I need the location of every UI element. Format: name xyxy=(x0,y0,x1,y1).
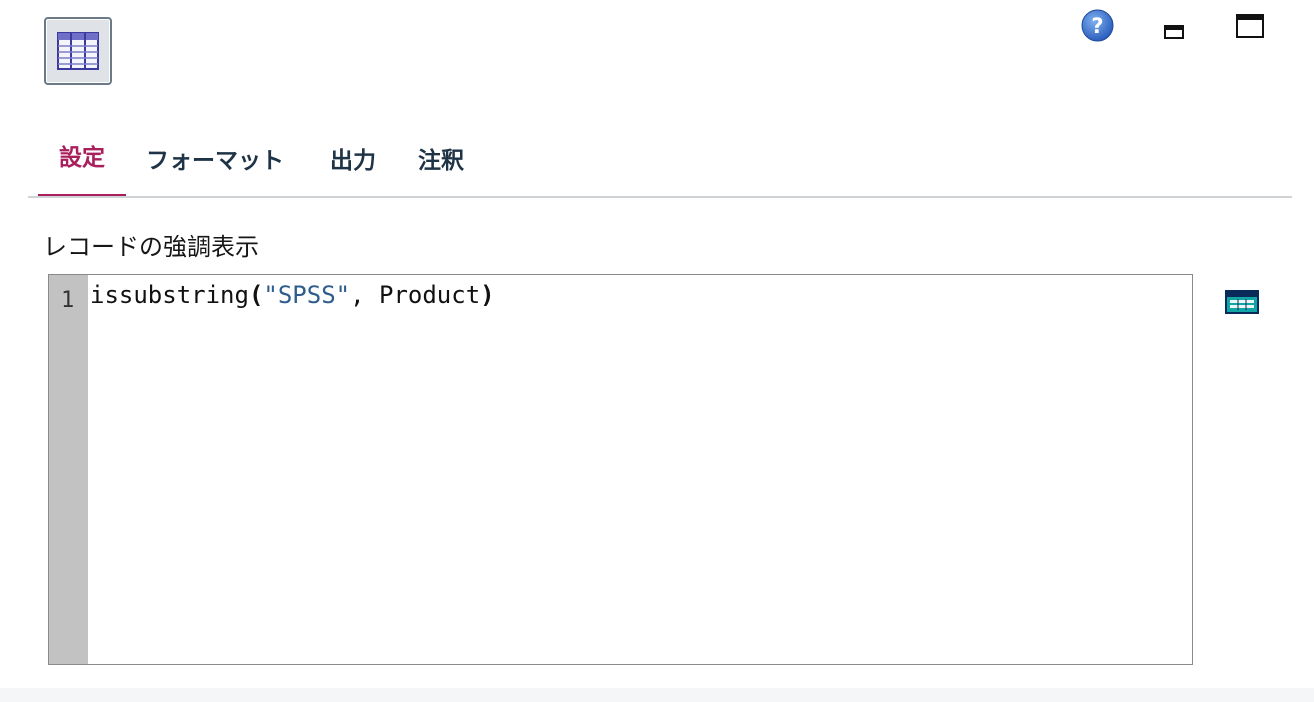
line-gutter: 1 xyxy=(49,275,88,664)
code-args: , Product xyxy=(350,281,481,309)
table-node-icon[interactable] xyxy=(44,17,112,85)
code-string: "SPSS" xyxy=(263,281,351,309)
footer-strip xyxy=(0,688,1314,702)
record-highlight-label: レコードの強調表示 xyxy=(43,233,259,261)
tab-settings[interactable]: 設定 xyxy=(38,130,126,198)
code-close-paren: ) xyxy=(480,281,495,309)
expression-editor[interactable]: 1 issubstring("SPSS", Product) xyxy=(48,274,1193,665)
tab-divider xyxy=(28,196,1292,198)
minimize-icon[interactable] xyxy=(1164,24,1184,39)
code-open-paren: ( xyxy=(248,281,264,309)
code-line[interactable]: issubstring("SPSS", Product) xyxy=(90,281,495,309)
svg-text:?: ? xyxy=(1091,14,1103,38)
line-number: 1 xyxy=(61,288,75,313)
tab-annotation[interactable]: 注釈 xyxy=(418,130,474,198)
tab-output[interactable]: 出力 xyxy=(330,130,386,198)
expression-builder-icon[interactable] xyxy=(1225,290,1259,314)
maximize-icon[interactable] xyxy=(1236,14,1264,38)
help-icon[interactable]: ? xyxy=(1081,9,1114,42)
tab-bar: 設定 フォーマット 出力 注釈 xyxy=(28,130,1292,198)
table-icon xyxy=(57,32,99,70)
code-function: issubstring xyxy=(90,281,249,309)
node-dialog: ? 設定 フォーマット 出力 注釈 レコードの強調表示 1 issubstrin… xyxy=(0,0,1314,702)
tab-format[interactable]: フォーマット xyxy=(146,130,296,198)
